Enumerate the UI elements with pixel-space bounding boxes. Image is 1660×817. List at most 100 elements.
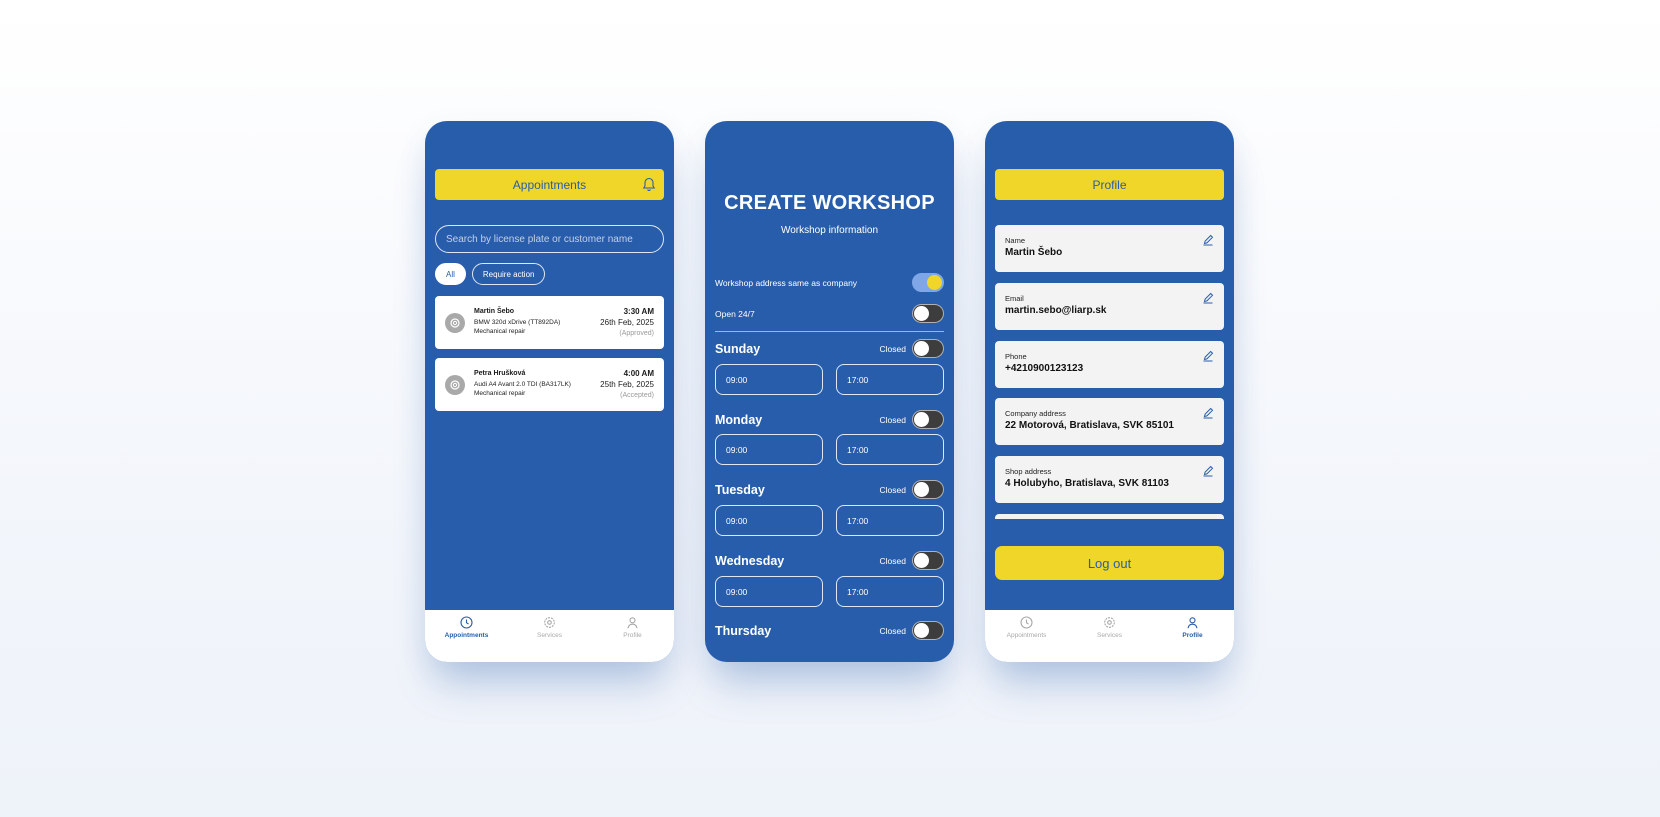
edit-icon[interactable] <box>1202 350 1214 362</box>
gear-icon <box>450 318 460 328</box>
filter-require-action-chip[interactable]: Require action <box>471 263 546 285</box>
field-label: Shop address <box>1005 467 1052 476</box>
gear-icon <box>1104 617 1115 628</box>
appointment-card[interactable]: Martin Šebo BMW 320d xDrive (TT892DA) Me… <box>435 296 664 349</box>
sunday-close-time[interactable] <box>836 364 944 395</box>
logout-button[interactable]: Log out <box>995 546 1224 580</box>
profile-field-shop-address: Shop address 4 Holubyho, Bratislava, SVK… <box>995 456 1224 503</box>
field-value: martin.sebo@liarp.sk <box>1005 305 1107 316</box>
monday-closed-toggle[interactable] <box>912 410 944 429</box>
filter-all-chip[interactable]: All <box>435 263 466 285</box>
nav-services-label: Services <box>1097 632 1122 639</box>
divider <box>715 331 944 332</box>
nav-services-label: Services <box>537 632 562 639</box>
profile-title: Profile <box>1092 177 1127 192</box>
service-avatar <box>445 375 465 395</box>
nav-services[interactable]: Services <box>508 610 591 662</box>
customer-name: Petra Hrušková <box>474 370 526 377</box>
nav-appointments[interactable]: Appointments <box>985 610 1068 662</box>
field-value: Martin Šebo <box>1005 247 1063 258</box>
nav-profile-label: Profile <box>623 632 642 639</box>
appointment-card[interactable]: Petra Hrušková Audi A4 Avant 2.0 TDI (BA… <box>435 358 664 411</box>
service-avatar <box>445 313 465 333</box>
field-value: 22 Motorová, Bratislava, SVK 85101 <box>1005 420 1174 431</box>
field-label: Phone <box>1005 352 1027 361</box>
thursday-closed-toggle[interactable] <box>912 621 944 640</box>
page-title: CREATE WORKSHOP <box>724 192 935 214</box>
appointments-screen: Appointments All Require action Martin Š… <box>425 121 674 662</box>
nav-appointments-label: Appointments <box>444 632 489 639</box>
closed-label: Closed <box>879 625 906 636</box>
nav-profile[interactable]: Profile <box>591 610 674 662</box>
appointment-status: (Accepted) <box>620 392 654 399</box>
address-same-label: Workshop address same as company <box>715 277 858 288</box>
address-same-row: Workshop address same as company <box>715 273 944 292</box>
tuesday-open-time[interactable] <box>715 505 823 536</box>
edit-icon[interactable] <box>1202 292 1214 304</box>
nav-appointments[interactable]: Appointments <box>425 610 508 662</box>
customer-name: Martin Šebo <box>474 308 515 315</box>
day-row-thursday: Thursday Closed <box>715 621 944 640</box>
profile-field-name: Name Martin Šebo <box>995 225 1224 272</box>
create-workshop-screen: CREATE WORKSHOP Workshop information Wor… <box>705 121 954 662</box>
field-label: Company address <box>1005 409 1066 418</box>
bell-icon[interactable] <box>642 177 656 192</box>
day-name: Wednesday <box>715 553 785 568</box>
filter-chips: All Require action <box>435 263 546 285</box>
tuesday-closed-toggle[interactable] <box>912 480 944 499</box>
nav-profile-label: Profile <box>1182 632 1203 639</box>
field-label: Name <box>1005 236 1026 245</box>
open-247-toggle[interactable] <box>912 304 944 323</box>
user-icon <box>1187 617 1198 629</box>
sunday-open-time[interactable] <box>715 364 823 395</box>
closed-label: Closed <box>879 484 906 495</box>
appointment-time: 3:30 AM <box>623 307 654 316</box>
field-label: Email <box>1005 294 1024 303</box>
edit-icon[interactable] <box>1202 234 1214 246</box>
user-icon <box>627 617 638 629</box>
clock-icon <box>1020 616 1033 629</box>
wednesday-closed-toggle[interactable] <box>912 551 944 570</box>
bottom-nav: Appointments Services Profile <box>985 610 1234 662</box>
search-input[interactable] <box>435 225 664 253</box>
edit-icon[interactable] <box>1202 407 1214 419</box>
appointment-status: (Approved) <box>619 330 654 337</box>
appointment-time: 4:00 AM <box>623 369 654 378</box>
day-row-tuesday: Tuesday Closed <box>715 480 944 499</box>
profile-screen: Profile Name Martin Šebo Email martin.se… <box>985 121 1234 662</box>
profile-field-partial <box>995 514 1224 519</box>
gear-icon <box>450 380 460 390</box>
appointments-header: Appointments <box>435 169 664 200</box>
sunday-closed-toggle[interactable] <box>912 339 944 358</box>
page-subtitle: Workshop information <box>780 225 879 236</box>
appointments-title: Appointments <box>512 177 587 192</box>
vehicle-info: Audi A4 Avant 2.0 TDI (BA317LK) <box>474 381 571 388</box>
day-name: Tuesday <box>715 482 765 497</box>
profile-header: Profile <box>995 169 1224 200</box>
field-value: 4 Holubyho, Bratislava, SVK 81103 <box>1005 478 1169 489</box>
nav-profile[interactable]: Profile <box>1151 610 1234 662</box>
appointment-date: 25th Feb, 2025 <box>600 380 654 389</box>
tuesday-close-time[interactable] <box>836 505 944 536</box>
profile-fields-list[interactable]: Name Martin Šebo Email martin.sebo@liarp… <box>995 225 1224 519</box>
edit-icon[interactable] <box>1202 465 1214 477</box>
day-row-wednesday: Wednesday Closed <box>715 551 944 570</box>
nav-services[interactable]: Services <box>1068 610 1151 662</box>
wednesday-open-time[interactable] <box>715 576 823 607</box>
clock-icon <box>460 616 473 629</box>
closed-label: Closed <box>879 414 906 425</box>
gear-icon <box>544 617 555 628</box>
day-name: Monday <box>715 412 763 427</box>
profile-field-company-address: Company address 22 Motorová, Bratislava,… <box>995 398 1224 445</box>
monday-close-time[interactable] <box>836 434 944 465</box>
closed-label: Closed <box>879 555 906 566</box>
monday-open-time[interactable] <box>715 434 823 465</box>
day-row-sunday: Sunday Closed <box>715 339 944 358</box>
day-name: Sunday <box>715 341 761 356</box>
appointment-date: 26th Feb, 2025 <box>600 318 654 327</box>
day-row-monday: Monday Closed <box>715 410 944 429</box>
wednesday-close-time[interactable] <box>836 576 944 607</box>
service-type: Mechanical repair <box>474 328 526 335</box>
profile-field-email: Email martin.sebo@liarp.sk <box>995 283 1224 330</box>
address-same-toggle[interactable] <box>912 273 944 292</box>
